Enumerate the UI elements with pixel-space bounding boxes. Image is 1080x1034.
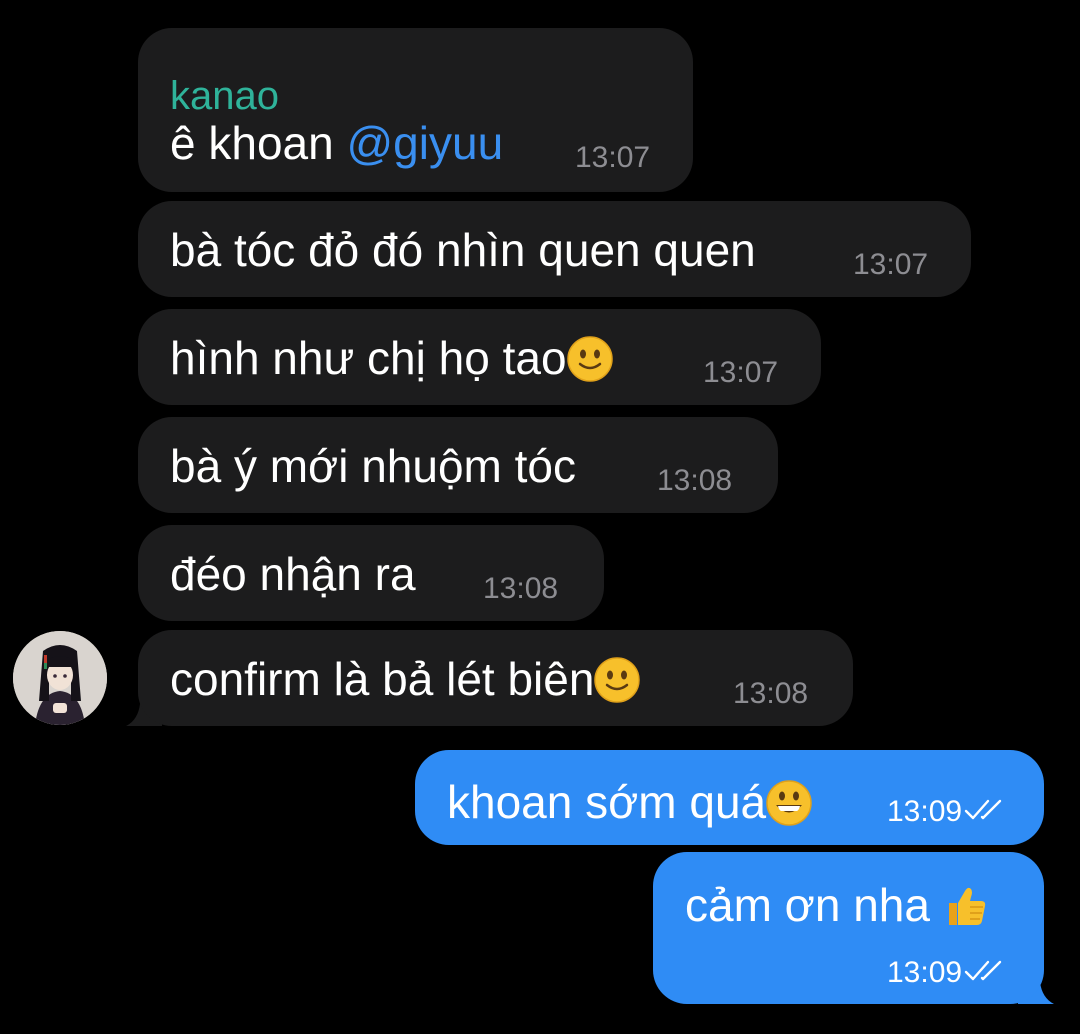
message-bubble-incoming[interactable]: đéo nhận ra 13:08 (138, 525, 604, 621)
avatar[interactable] (13, 631, 107, 725)
message-time: 13:07 (575, 141, 651, 174)
message-text: ê khoan @giyuu (170, 120, 503, 166)
message-text-body: cảm ơn nha (685, 879, 943, 931)
message-time: 13:09 (887, 958, 1008, 988)
message-text: khoan sớm quá (447, 779, 812, 826)
grinning-face-icon (766, 780, 812, 826)
double-check-icon (964, 799, 1002, 820)
message-text: bà ý mới nhuộm tóc (170, 440, 577, 492)
double-check-icon (964, 960, 1002, 981)
message-text: cảm ơn nha (685, 882, 989, 929)
message-text-body: hình như chị họ tao (170, 332, 567, 384)
message-text-body: confirm là bả lét biên (170, 653, 595, 705)
message-text-body: khoan sớm quá (447, 776, 767, 828)
message-time: 13:08 (733, 677, 809, 710)
message-text-body: ê khoan (170, 117, 347, 169)
message-time: 13:09 (887, 797, 1008, 827)
avatar-image (13, 631, 107, 725)
message-time-text: 13:09 (887, 795, 963, 828)
mention-link[interactable]: @giyuu (346, 117, 503, 169)
message-bubble-incoming[interactable]: confirm là bả lét biên 13:08 (138, 630, 853, 726)
thumbs-up-icon (948, 887, 985, 925)
message-time: 13:07 (853, 248, 929, 281)
message-text: đéo nhận ra (170, 548, 416, 600)
message-time: 13:08 (483, 572, 559, 605)
message-bubble-incoming[interactable]: kanao ê khoan @giyuu 13:07 (138, 28, 693, 192)
message-text: bà tóc đỏ đó nhìn quen quen (170, 224, 756, 276)
slightly-smiling-face-icon (594, 657, 641, 703)
slightly-smiling-face-icon (566, 336, 613, 382)
message-text: confirm là bả lét biên (170, 653, 641, 705)
message-bubble-incoming[interactable]: bà tóc đỏ đó nhìn quen quen 13:07 (138, 201, 971, 297)
message-bubble-incoming[interactable]: hình như chị họ tao 13:07 (138, 309, 821, 405)
message-time-text: 13:09 (887, 956, 963, 989)
message-bubble-incoming[interactable]: bà ý mới nhuộm tóc 13:08 (138, 417, 778, 513)
message-time: 13:08 (657, 464, 733, 497)
message-time: 13:07 (703, 356, 779, 389)
message-bubble-outgoing[interactable]: khoan sớm quá 13:09 (415, 750, 1044, 845)
message-bubble-outgoing[interactable]: cảm ơn nha 13:09 (653, 852, 1044, 1004)
sender-name[interactable]: kanao (170, 76, 279, 116)
message-text: hình như chị họ tao (170, 335, 613, 382)
